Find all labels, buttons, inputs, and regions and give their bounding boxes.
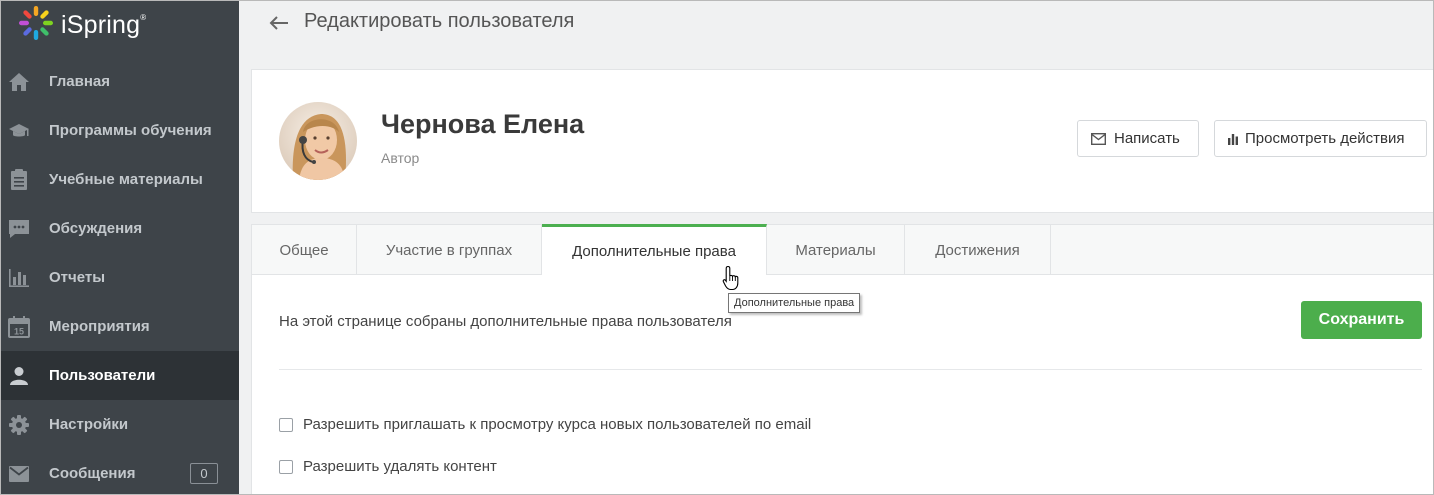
user-role: Автор <box>381 150 420 166</box>
view-actions-label: Просмотреть действия <box>1245 130 1405 147</box>
clipboard-icon <box>8 168 30 191</box>
app-window: iSpring® Главная Программы обучения Учеб… <box>0 0 1434 495</box>
logo[interactable]: iSpring® <box>17 5 147 43</box>
home-icon <box>8 71 30 93</box>
write-message-button[interactable]: Написать <box>1077 120 1199 157</box>
avatar <box>279 102 357 180</box>
chat-icon <box>8 218 30 240</box>
tab-label: Достижения <box>935 241 1020 259</box>
tab-bar: Общее Участие в группах Дополнительные п… <box>252 224 1433 275</box>
profile-card: Чернова Елена Автор Написать Просмотреть… <box>251 69 1433 213</box>
allow-delete-content-option[interactable]: Разрешить удалять контент <box>279 458 497 475</box>
bar-chart-icon <box>8 267 30 289</box>
sidebar-item-label: Программы обучения <box>49 122 212 139</box>
allow-invite-by-email-option[interactable]: Разрешить приглашать к просмотру курса н… <box>279 416 811 433</box>
allow-delete-content-checkbox[interactable] <box>279 459 293 474</box>
tab-label: Участие в группах <box>385 241 513 259</box>
sidebar-item-discussions[interactable]: Обсуждения <box>1 204 239 253</box>
user-icon <box>8 365 30 387</box>
user-name: Чернова Елена <box>381 109 585 139</box>
sidebar-item-messages[interactable]: Сообщения 0 <box>1 449 239 494</box>
sidebar: iSpring® Главная Программы обучения Учеб… <box>1 1 239 494</box>
view-actions-button[interactable]: Просмотреть действия <box>1214 120 1427 157</box>
sidebar-item-label: Пользователи <box>49 367 156 384</box>
page-header: Редактировать пользователя <box>239 1 1433 57</box>
checkbox-label: Разрешить удалять контент <box>303 458 497 475</box>
calendar-icon: 15 <box>8 315 30 338</box>
hand-cursor-icon <box>722 265 742 291</box>
page-title: Редактировать пользователя <box>304 10 575 32</box>
back-arrow-icon[interactable] <box>267 11 291 35</box>
sidebar-item-programs[interactable]: Программы обучения <box>1 106 239 155</box>
sidebar-item-settings[interactable]: Настройки <box>1 400 239 449</box>
divider <box>279 369 1422 370</box>
sidebar-item-events[interactable]: 15 Мероприятия <box>1 302 239 351</box>
bar-chart-icon <box>1227 133 1239 145</box>
panel-description: На этой странице собраны дополнительные … <box>279 313 732 330</box>
sidebar-item-materials[interactable]: Учебные материалы <box>1 155 239 204</box>
tab-tooltip: Дополнительные права <box>728 293 861 313</box>
ispring-logo-icon <box>17 4 55 47</box>
sidebar-item-label: Главная <box>49 73 111 90</box>
sidebar-item-label: Учебные материалы <box>49 171 203 188</box>
tab-achievements[interactable]: Достижения <box>905 225 1051 275</box>
tab-groups[interactable]: Участие в группах <box>357 225 542 275</box>
graduation-cap-icon <box>8 120 30 142</box>
messages-count-badge: 0 <box>190 463 218 484</box>
sidebar-item-label: Отчеты <box>49 269 106 286</box>
envelope-icon <box>1091 132 1106 145</box>
sidebar-item-reports[interactable]: Отчеты <box>1 253 239 302</box>
sidebar-item-home[interactable]: Главная <box>1 57 239 106</box>
tabs-panel: Общее Участие в группах Дополнительные п… <box>251 224 1433 494</box>
tab-label: Общее <box>279 241 329 259</box>
sidebar-item-users[interactable]: Пользователи <box>1 351 239 400</box>
sidebar-item-label: Мероприятия <box>49 318 150 335</box>
svg-text:15: 15 <box>14 326 24 336</box>
envelope-icon <box>8 463 30 485</box>
save-button[interactable]: Сохранить <box>1301 301 1422 339</box>
allow-invite-by-email-checkbox[interactable] <box>279 417 293 432</box>
checkbox-label: Разрешить приглашать к просмотру курса н… <box>303 416 812 433</box>
sidebar-item-label: Обсуждения <box>49 220 143 237</box>
sidebar-item-label: Настройки <box>49 416 129 433</box>
logo-text: iSpring® <box>61 10 147 39</box>
gear-icon <box>8 414 30 436</box>
tab-label: Дополнительные права <box>572 242 736 260</box>
tab-materials[interactable]: Материалы <box>767 225 905 275</box>
tab-general[interactable]: Общее <box>252 225 357 275</box>
write-message-label: Написать <box>1114 130 1180 147</box>
tab-label: Материалы <box>795 241 876 259</box>
sidebar-item-label: Сообщения <box>49 465 136 482</box>
